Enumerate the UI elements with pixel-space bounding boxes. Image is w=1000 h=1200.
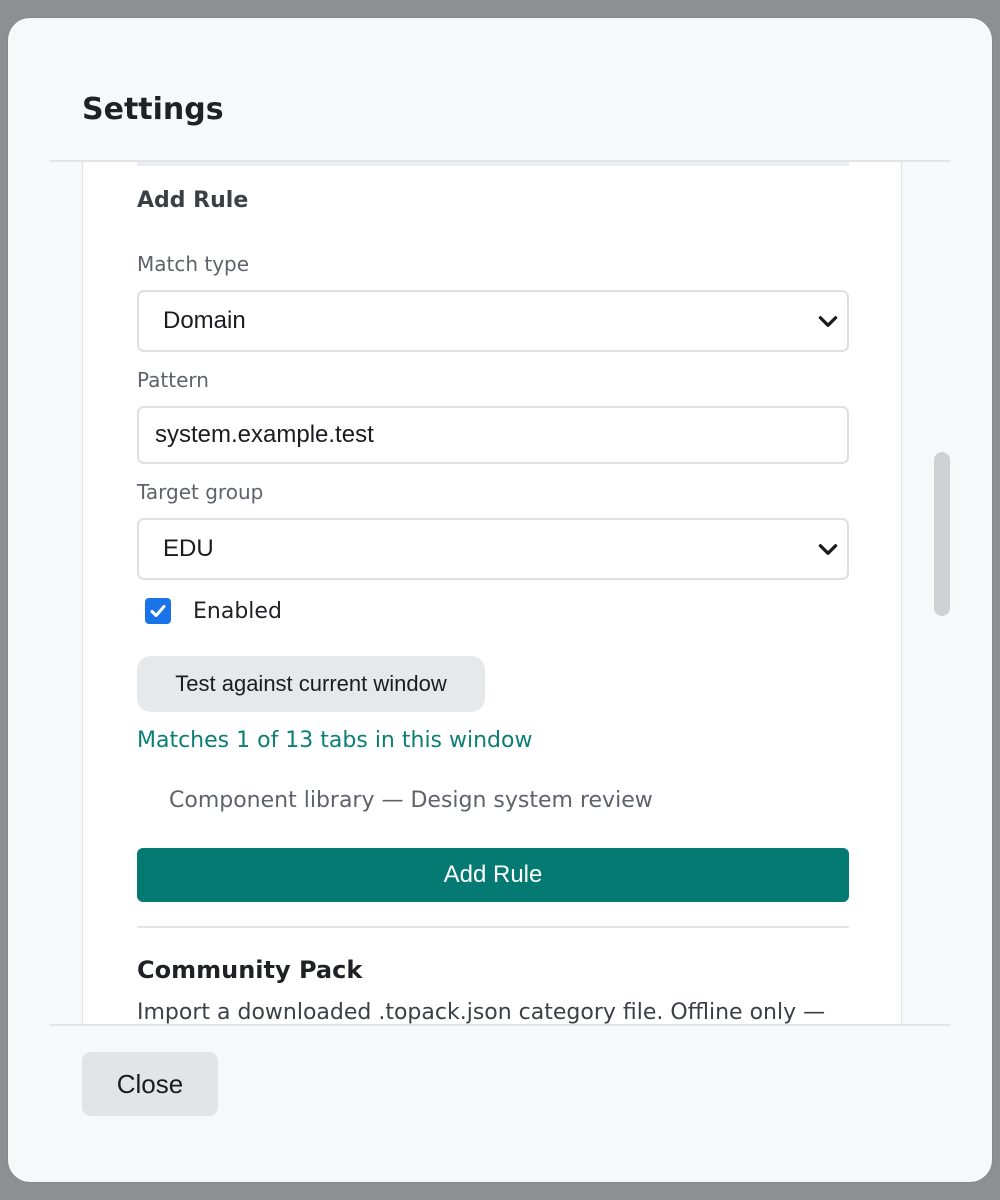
pattern-input[interactable]: system.example.test (137, 406, 849, 464)
match-type-label: Match type (137, 252, 250, 276)
pattern-label: Pattern (137, 368, 209, 392)
chevron-down-icon (818, 316, 838, 327)
community-pack-description: Import a downloaded .topack.json categor… (137, 1000, 826, 1025)
settings-dialog: Settings Add Rule Match type Domain Patt… (8, 18, 992, 1182)
settings-scroll-area[interactable]: Add Rule Match type Domain Pattern syste… (50, 160, 950, 1026)
scrollbar-thumb[interactable] (934, 452, 950, 616)
match-type-value: Domain (163, 307, 246, 334)
top-divider (137, 162, 849, 166)
close-button[interactable]: Close (82, 1052, 218, 1116)
enabled-checkbox[interactable] (145, 598, 171, 624)
add-rule-button[interactable]: Add Rule (137, 848, 849, 902)
target-group-label: Target group (137, 480, 264, 504)
dialog-title: Settings (82, 92, 224, 127)
match-status: Matches 1 of 13 tabs in this window (137, 728, 533, 753)
target-group-select[interactable]: EDU (137, 518, 849, 580)
enabled-row: Enabled (145, 598, 282, 624)
settings-panel: Add Rule Match type Domain Pattern syste… (82, 162, 902, 1025)
enabled-label[interactable]: Enabled (193, 599, 282, 624)
community-pack-heading: Community Pack (137, 956, 363, 984)
pattern-value: system.example.test (155, 421, 374, 448)
match-type-select[interactable]: Domain (137, 290, 849, 352)
test-against-window-button[interactable]: Test against current window (137, 656, 485, 712)
section-divider (137, 926, 849, 928)
add-rule-heading: Add Rule (137, 188, 249, 213)
chevron-down-icon (818, 544, 838, 555)
checkmark-icon (150, 605, 166, 617)
matched-tab-item: Component library — Design system review (169, 788, 653, 813)
target-group-value: EDU (163, 535, 214, 562)
